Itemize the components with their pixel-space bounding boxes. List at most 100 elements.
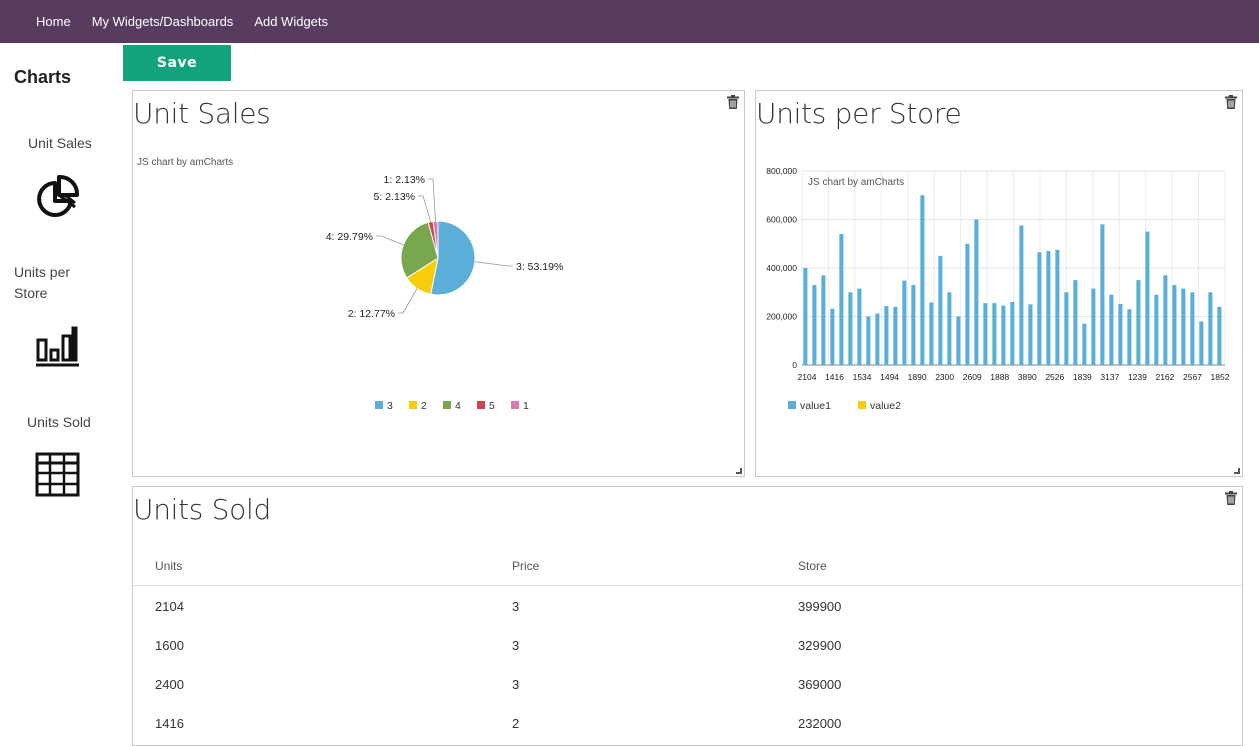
widget-units-per-store: Units per Store 0 200,000 400,000 600,000 80…	[755, 90, 1243, 477]
x-tick-label: 1416	[825, 372, 844, 382]
bar	[1145, 231, 1150, 365]
pie-label-line	[376, 235, 404, 246]
bar	[1136, 280, 1141, 365]
bar-chart: 0 200,000 400,000 600,000 800,000 2104 1416 153…	[766, 166, 1230, 412]
pie-data-label: 1: 2.13%	[384, 174, 425, 186]
x-tick-label: 2104	[798, 372, 817, 382]
cell-price: 3	[512, 638, 520, 653]
legend-label: 2	[421, 400, 427, 412]
cell-store: 399900	[798, 599, 842, 614]
y-tick-label: 800,000	[766, 166, 797, 176]
table-row[interactable]: 1600 3 329900	[133, 626, 1243, 665]
legend-label: 4	[455, 400, 461, 412]
table-row[interactable]: 1416 2 232000	[133, 704, 1243, 743]
table-icon	[35, 452, 80, 497]
sidebar-item-label: Units per Store	[14, 264, 71, 301]
pie-data-label: 2: 12.77%	[348, 308, 395, 320]
bar	[938, 255, 943, 365]
sidebar-item-units-sold[interactable]: Units Sold	[0, 412, 120, 502]
bar	[956, 316, 961, 365]
cell-price: 3	[512, 677, 520, 692]
resize-handle[interactable]	[1234, 468, 1240, 474]
table-header: Units Price Store	[133, 547, 1243, 586]
x-tick-label: 1534	[853, 372, 872, 382]
column-header-units[interactable]: Units	[155, 559, 182, 573]
bar	[1199, 321, 1204, 365]
cell-store: 232000	[798, 716, 842, 731]
cell-units: 1416	[155, 716, 184, 731]
bar	[803, 268, 808, 365]
x-tick-label: 1888	[990, 372, 1009, 382]
nav-add-widgets[interactable]: Add Widgets	[254, 14, 328, 29]
x-tick-label: 1839	[1073, 372, 1092, 382]
sidebar-item-label: Unit Sales	[28, 135, 92, 151]
legend-swatch	[477, 401, 485, 409]
sidebar: Charts Unit Sales Units per Store Units …	[0, 43, 120, 732]
table-row[interactable]: 2104 3 399900	[133, 587, 1243, 626]
bar	[1217, 306, 1222, 365]
legend-label: 5	[489, 400, 495, 412]
resize-handle[interactable]	[736, 468, 742, 474]
legend-swatch	[858, 401, 866, 409]
nav-my-widgets[interactable]: My Widgets/Dashboards	[92, 14, 234, 29]
cell-store: 329900	[798, 638, 842, 653]
bar	[821, 275, 826, 365]
bar	[983, 303, 988, 365]
nav-home[interactable]: Home	[36, 14, 71, 29]
column-header-price[interactable]: Price	[512, 559, 539, 573]
legend-swatch	[409, 401, 417, 409]
sidebar-item-unit-sales[interactable]: Unit Sales	[0, 133, 120, 223]
save-button[interactable]: Save	[123, 45, 231, 81]
x-tick-label: 1494	[880, 372, 899, 382]
bar	[1064, 292, 1069, 365]
pie-data-label: 3: 53.19%	[516, 261, 563, 273]
bar	[920, 195, 925, 365]
pie-data-label: 5: 2.13%	[374, 191, 415, 203]
bar	[1190, 292, 1195, 365]
bar	[1037, 252, 1042, 365]
legend-swatch	[788, 401, 796, 409]
x-tick-label: 1852	[1211, 372, 1230, 382]
x-tick-label: 2526	[1045, 372, 1064, 382]
table-row[interactable]: 2400 3 369000	[133, 665, 1243, 704]
x-tick-label: 3137	[1100, 372, 1119, 382]
widget-units-sold: Units Sold Units Price Store 2104 3 3999…	[132, 486, 1243, 746]
bar	[848, 292, 853, 365]
bar	[1073, 280, 1078, 365]
bar	[1055, 249, 1060, 365]
bar	[1208, 292, 1213, 365]
pie-data-label: 4: 29.79%	[326, 231, 373, 243]
sidebar-item-units-per-store[interactable]: Units per Store	[0, 262, 120, 372]
bar	[893, 306, 898, 365]
trash-icon[interactable]	[1225, 491, 1237, 505]
column-header-store[interactable]: Store	[798, 559, 827, 573]
y-tick-label: 400,000	[766, 263, 797, 273]
legend-label: value2	[870, 400, 901, 412]
bar	[812, 284, 817, 365]
bar	[965, 243, 970, 365]
bar	[857, 288, 862, 365]
x-tick-label: 2609	[963, 372, 982, 382]
bar-chart-icon	[36, 326, 79, 367]
pie-chart: 3: 53.19% 2: 12.77% 4: 29.79% 5: 2.13% 1: 2.…	[326, 174, 564, 412]
x-tick-label: 1890	[908, 372, 927, 382]
bar	[929, 302, 934, 365]
legend-swatch	[511, 401, 519, 409]
bar	[875, 313, 880, 365]
bar	[1154, 294, 1159, 365]
bar	[1082, 323, 1087, 365]
bar	[1127, 309, 1132, 365]
legend-label: 3	[387, 400, 393, 412]
cell-store: 369000	[798, 677, 842, 692]
pie-label-line	[474, 261, 513, 267]
cell-price: 3	[512, 599, 520, 614]
chart-credit: JS chart by amCharts	[808, 177, 905, 188]
bar	[1019, 225, 1024, 365]
x-tick-label: 2162	[1155, 372, 1174, 382]
bar	[1010, 301, 1015, 365]
widget-title: Units Sold	[133, 493, 271, 526]
bar	[839, 234, 844, 365]
bar	[902, 280, 907, 365]
bar	[866, 316, 871, 365]
bar	[1172, 284, 1177, 365]
